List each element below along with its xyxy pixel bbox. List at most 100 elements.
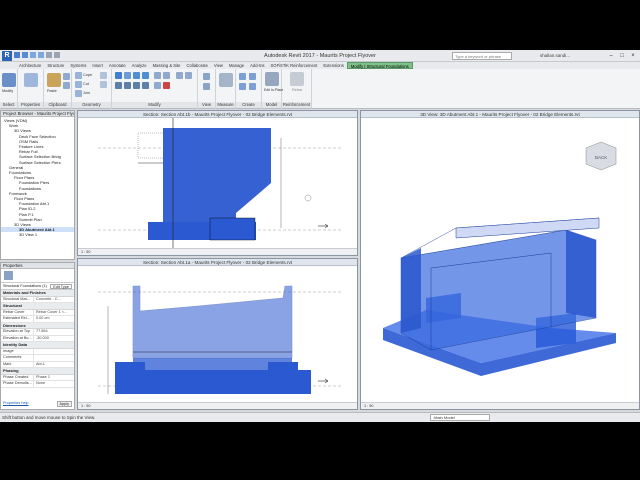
status-bar: Shift button and move mouse to Spin the … (0, 412, 640, 422)
property-value[interactable] (33, 355, 74, 361)
footing-step[interactable] (209, 217, 256, 241)
tab-structure[interactable]: Structure (44, 62, 67, 69)
footing[interactable] (115, 370, 311, 394)
property-value[interactable]: 77.564 (33, 329, 74, 335)
property-key: Structural Mat... (3, 296, 30, 301)
mirror-draw-icon[interactable] (142, 72, 149, 79)
tab-annotate[interactable]: Annotate (106, 62, 129, 69)
property-key: Phase Created (3, 374, 29, 379)
align-icon[interactable] (115, 72, 122, 79)
property-value[interactable]: None (33, 381, 74, 387)
override-icon[interactable] (203, 83, 210, 90)
rebar-label[interactable]: Rebar (292, 88, 302, 92)
cut-label[interactable]: Cut (83, 82, 89, 86)
hide-icon[interactable] (203, 73, 210, 80)
cope-label[interactable]: Cope (83, 73, 92, 77)
join-label[interactable]: Join (83, 91, 90, 95)
edit-inplace-label[interactable]: Edit In-Place (264, 88, 283, 92)
property-value[interactable] (33, 348, 74, 354)
user-name[interactable]: shallan.sandi... (540, 53, 570, 58)
copy-icon[interactable] (63, 82, 70, 89)
rebar-icon[interactable] (290, 72, 304, 86)
tab-architecture[interactable]: Architecture (16, 62, 44, 69)
property-value[interactable]: Rebar Cover 1 <... (33, 309, 74, 315)
pin-icon[interactable] (176, 72, 183, 79)
minimize-icon[interactable]: – (606, 51, 616, 61)
cut-geometry-icon[interactable] (75, 81, 82, 88)
mirror-axis-icon[interactable] (133, 72, 140, 79)
tab-extensions[interactable]: Extensions (320, 62, 346, 69)
close-icon[interactable]: × (628, 51, 638, 61)
wingwall-left[interactable] (401, 248, 421, 333)
view-control-bar[interactable]: 1 : 50 (361, 402, 639, 409)
property-key: Mark (3, 361, 12, 366)
property-value[interactable]: Phase 1 (33, 374, 74, 380)
delete-icon[interactable] (163, 82, 170, 89)
tab-modify-structural-foundations[interactable]: Modify | Structural Foundations (346, 62, 413, 69)
browser-item[interactable]: 3D View 1 (1, 232, 74, 237)
property-value[interactable]: 0.00 cm (33, 316, 74, 322)
active-workset[interactable]: :Main Model (430, 414, 490, 421)
tab-systems[interactable]: Systems (67, 62, 89, 69)
rotate-icon[interactable] (133, 82, 140, 89)
view-control-bar[interactable]: 1 : 50 (78, 248, 357, 255)
apply-button[interactable]: Apply (56, 401, 72, 407)
tab-insert[interactable]: Insert (89, 62, 105, 69)
view-control-bar[interactable]: 1 : 50 (78, 402, 357, 409)
move-icon[interactable] (115, 82, 122, 89)
group-modify: Modify (112, 69, 198, 109)
cut-icon[interactable] (63, 73, 70, 80)
offset-icon[interactable] (124, 72, 131, 79)
search-input[interactable]: Type a keyword or phrase (452, 52, 512, 60)
tab-view[interactable]: View (211, 62, 226, 69)
property-value[interactable]: Concrete - C... (33, 296, 74, 302)
measure-tool-icon[interactable] (219, 73, 233, 87)
split-face-icon[interactable] (100, 81, 107, 88)
edit-type-button[interactable]: Edit Type (50, 284, 72, 289)
group-geometry: Cope Cut Join Geometry (72, 69, 112, 109)
group-model: Edit In-Place Model (262, 69, 283, 109)
wingwall-right[interactable] (566, 230, 596, 318)
modify-button-label[interactable]: Modify (2, 89, 13, 93)
cope-icon[interactable] (75, 72, 82, 79)
array-icon[interactable] (163, 72, 170, 79)
tab-sofistik-reinforcement[interactable]: SOFiSTiK Reinforcement (268, 62, 321, 69)
type-selector[interactable] (1, 269, 74, 283)
abutment-stem[interactable] (132, 285, 293, 359)
tab-massing-site[interactable]: Massing & Site (150, 62, 184, 69)
copy-element-icon[interactable] (124, 82, 131, 89)
property-value[interactable]: Abt.1 (33, 361, 74, 367)
create-parts-icon[interactable] (249, 73, 256, 80)
wall-joins-icon[interactable] (100, 72, 107, 79)
create-assembly-icon[interactable] (239, 73, 246, 80)
trim-icon[interactable] (142, 82, 149, 89)
properties-help-link[interactable]: Properties help (3, 401, 29, 407)
property-row[interactable]: Phase Demolis... None (1, 381, 74, 388)
tab-manage[interactable]: Manage (226, 62, 247, 69)
type-name[interactable]: Structural Foundations (1) (3, 283, 47, 289)
view-section-abt1b[interactable]: Section: Section Abt.1b - Maurits Projec… (77, 110, 358, 256)
paste-icon[interactable] (47, 73, 61, 87)
footing-right-pad[interactable] (268, 362, 298, 372)
create-group-icon[interactable] (239, 83, 246, 90)
maximize-icon[interactable]: □ (617, 51, 627, 61)
split-icon[interactable] (154, 72, 161, 79)
scale-icon[interactable] (154, 82, 161, 89)
property-value[interactable]: -30.000 (33, 335, 74, 341)
tab-analyze[interactable]: Analyze (129, 62, 150, 69)
footing-left-pad[interactable] (115, 362, 145, 372)
view-title: Section: Section Abt.1b - Maurits Projec… (78, 111, 357, 118)
unpin-icon[interactable] (185, 72, 192, 79)
paste-label[interactable]: Paste (47, 89, 57, 93)
join-icon[interactable] (75, 90, 82, 97)
edit-inplace-icon[interactable] (265, 72, 279, 86)
tab-collaborate[interactable]: Collaborate (184, 62, 211, 69)
modify-arrow-icon[interactable] (2, 73, 16, 87)
properties-icon[interactable] (24, 73, 38, 87)
section-marker-icon (318, 378, 329, 384)
tab-add-ins[interactable]: Add-Ins (247, 62, 267, 69)
create-similar-icon[interactable] (249, 83, 256, 90)
view-section-abt1a[interactable]: Section: Section Abt.1a - Maurits Projec… (77, 258, 358, 410)
view-3d-abutment[interactable]: 3D View: 3D Abutment Abt.1 - Maurits Pro… (360, 110, 640, 410)
group-measure: Measure (216, 69, 236, 109)
